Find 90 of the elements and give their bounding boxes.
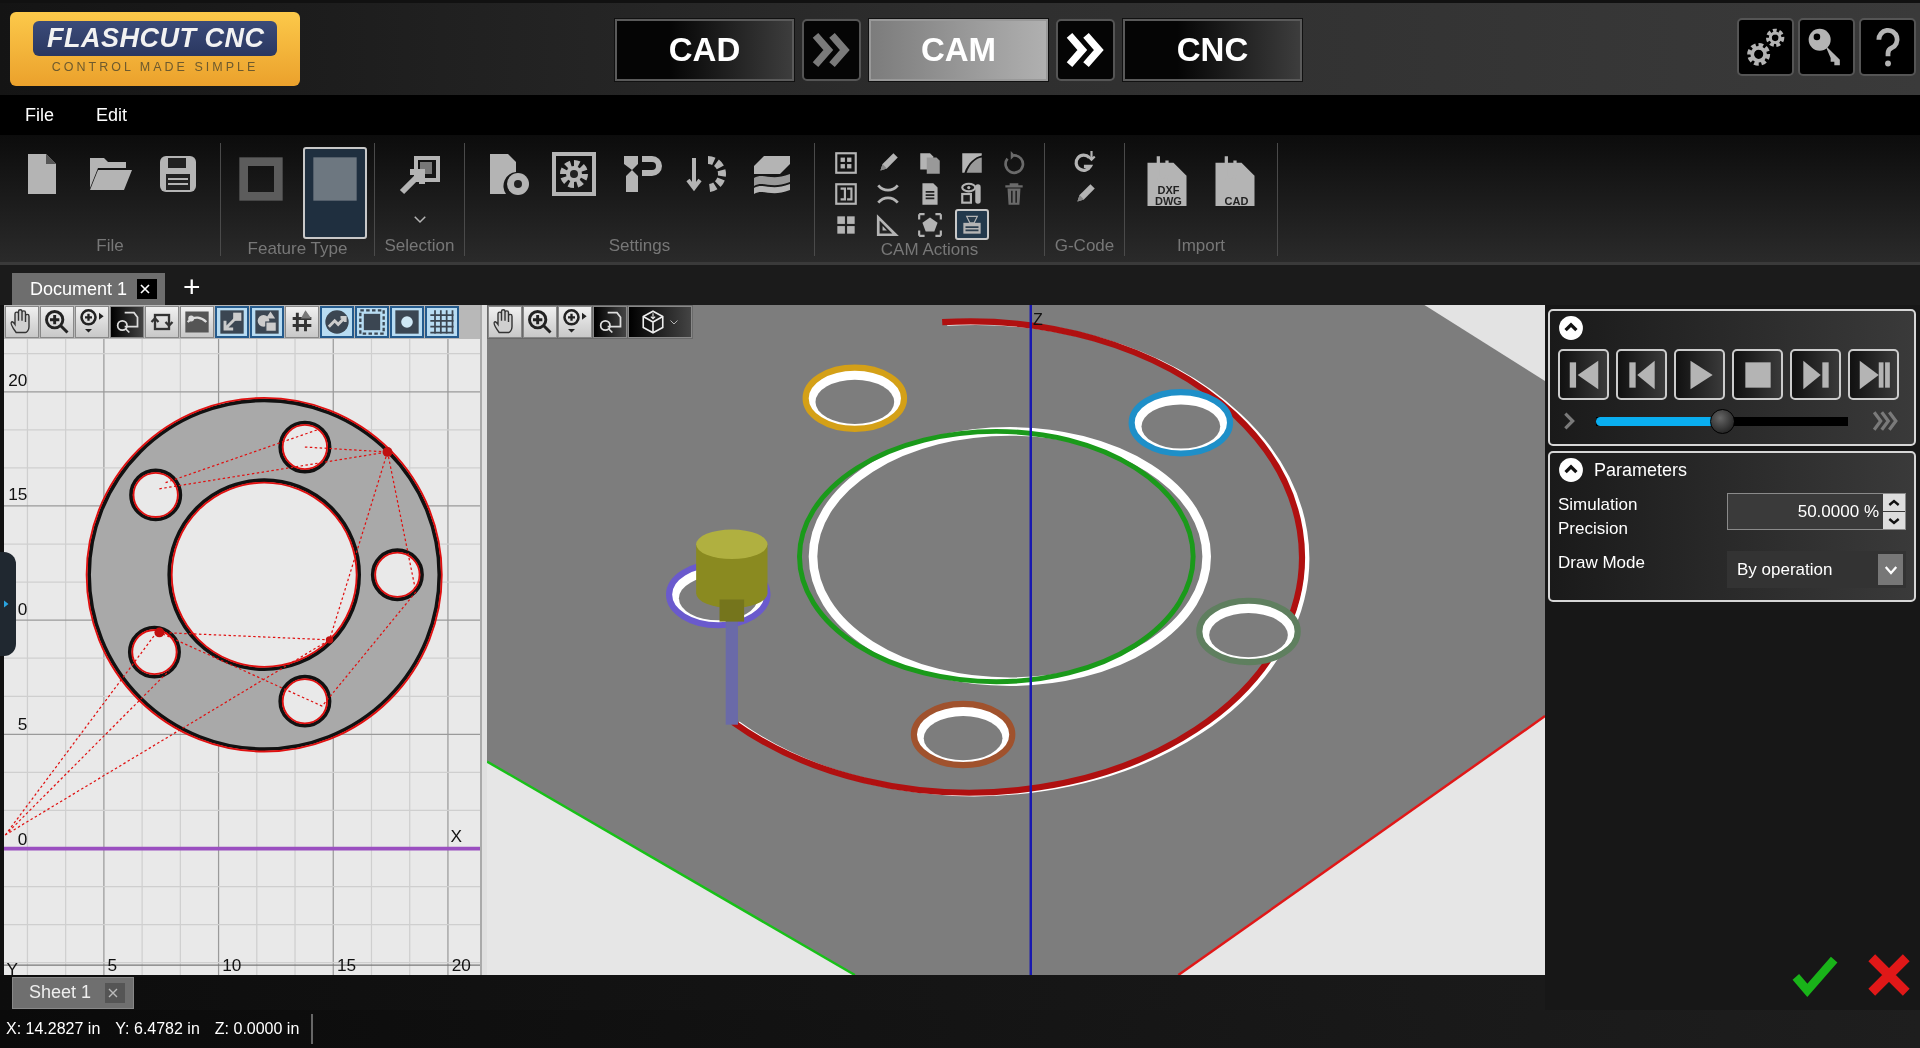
step-forward-button[interactable]: [1790, 349, 1841, 400]
regenerate-tool-button[interactable]: [145, 306, 179, 338]
number-spinner[interactable]: 50.0000 %: [1727, 493, 1906, 530]
path-tool-button[interactable]: [180, 306, 214, 338]
mode-tab[interactable]: CAD: [615, 19, 794, 81]
arrow-squares-tool-button[interactable]: [215, 306, 249, 338]
hash-shape-tool-button[interactable]: [285, 306, 319, 338]
license-key-button[interactable]: [1798, 18, 1855, 76]
view-cube-button[interactable]: [628, 306, 692, 338]
status-text: Z: 0.0000 in: [214, 1020, 300, 1038]
pan-tool-button[interactable]: [5, 306, 39, 338]
grid-box-icon: [832, 149, 859, 176]
arrow-squares-icon: [218, 308, 246, 336]
ribbon-group-label: G-Code: [1053, 236, 1116, 256]
zoom-options-tool-button[interactable]: [75, 306, 109, 338]
zoom-options-tool-button[interactable]: [558, 306, 592, 338]
logo-tagline: CONTROL MADE SIMPLE: [51, 60, 259, 74]
zoom-in-tool-button[interactable]: [523, 306, 557, 338]
tab-label: Document 1: [30, 278, 128, 300]
path-box-icon: [832, 180, 859, 207]
zoom-in-icon: [526, 308, 554, 336]
side-panel-tab[interactable]: [0, 552, 16, 656]
cancel-button[interactable]: [1866, 952, 1912, 998]
zoom-window-tool-button[interactable]: [110, 306, 144, 338]
axis-tick-label: 10: [222, 955, 242, 976]
skip-to-end-button[interactable]: [1848, 349, 1899, 400]
status-text: X: 14.2827 in: [6, 1020, 101, 1038]
ribbon-group-label: Feature Type: [246, 239, 349, 259]
zoom-in-tool-button[interactable]: [40, 306, 74, 338]
help-button[interactable]: [1859, 18, 1916, 76]
grid-tool-button[interactable]: [425, 306, 459, 338]
ribbon-group-label: Selection: [383, 236, 456, 256]
mode-tab[interactable]: CNC: [1123, 19, 1302, 81]
tab-label: Sheet 1: [29, 982, 92, 1003]
step-back-button[interactable]: [1616, 349, 1667, 400]
collapse-button[interactable]: [1558, 457, 1584, 483]
status-text: Y: 6.4782 in: [115, 1020, 200, 1038]
axis-tick-label: 15: [336, 955, 357, 976]
zoom-in-icon: [43, 308, 71, 336]
shapes-icon: [253, 308, 281, 336]
pan-tool-button[interactable]: [488, 306, 522, 338]
import-file-button[interactable]: DXF DWG: [1141, 147, 1193, 213]
ribbon-group-label: CAM Actions: [879, 240, 980, 260]
zoom-window-tool-button[interactable]: [593, 306, 627, 338]
trend-tool-button[interactable]: [320, 306, 354, 338]
axis-tick-label: 15: [8, 484, 28, 505]
axis-tick-label: 0: [17, 828, 28, 849]
logo-text: FLASHCUT CNC: [47, 23, 265, 53]
shapes-tool-button[interactable]: [250, 306, 284, 338]
settings-button[interactable]: [1737, 18, 1794, 76]
close-tab-button[interactable]: [137, 279, 158, 299]
stop-button[interactable]: [1732, 349, 1783, 400]
add-tab-button[interactable]: +: [177, 269, 207, 305]
sheet-tab[interactable]: Sheet 1: [12, 976, 135, 1009]
axis-tick-label: 0: [17, 599, 28, 620]
collapse-icon: [1558, 315, 1584, 341]
gear-icon: [549, 150, 598, 198]
import-file-button[interactable]: CAD: [1209, 147, 1261, 213]
axis-tick-label: 20: [8, 369, 28, 390]
ribbon-group-label: File: [95, 236, 125, 256]
dropdown[interactable]: By operation: [1727, 551, 1906, 588]
axis-name: Y: [6, 959, 18, 979]
document-tab[interactable]: Document 1: [12, 273, 166, 305]
skip-to-start-button[interactable]: [1558, 349, 1609, 400]
play-button[interactable]: [1674, 349, 1725, 400]
decrement-button[interactable]: [1883, 512, 1905, 529]
feature-type-button[interactable]: [302, 147, 367, 239]
dot-tool-button[interactable]: [390, 306, 424, 338]
axis-tick-label: 5: [107, 955, 118, 976]
cancel-icon: [1866, 952, 1912, 998]
dashed-square-tool-button[interactable]: [355, 306, 389, 338]
slider-thumb[interactable]: [1710, 408, 1735, 434]
axis-name: X: [450, 826, 462, 847]
ribbon-group-label: Import: [1175, 236, 1227, 256]
axis-tick-label: 5: [17, 714, 28, 735]
collapse-icon: [1558, 457, 1584, 483]
axis-tick-label: 20: [451, 955, 471, 976]
collapse-button[interactable]: [1558, 315, 1584, 341]
view-cube-icon: [640, 309, 666, 335]
ribbon-group-label: Settings: [607, 236, 672, 256]
grid-icon: [428, 308, 456, 336]
pentagon-icon: [916, 211, 943, 238]
field-label: Draw Mode: [1558, 552, 1646, 574]
increment-button[interactable]: [1883, 494, 1905, 511]
panel-title: Parameters: [1594, 459, 1688, 481]
field-label: Simulation Precision: [1558, 494, 1639, 540]
menu-item[interactable]: Edit: [96, 104, 128, 126]
dashed-square-icon: [358, 308, 386, 336]
menu-item[interactable]: File: [25, 104, 54, 126]
machine-button[interactable]: [954, 209, 989, 240]
